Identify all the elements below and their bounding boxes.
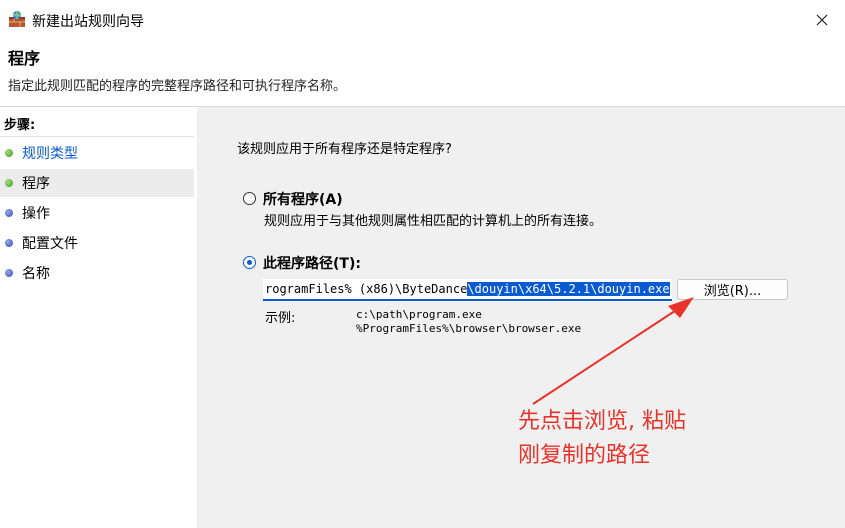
close-icon xyxy=(816,14,828,26)
close-button[interactable] xyxy=(799,0,845,40)
browse-button[interactable]: 浏览(R)... xyxy=(677,279,788,300)
program-path-radio[interactable] xyxy=(243,256,256,269)
annotation-line-2: 刚复制的路径 xyxy=(518,443,651,468)
all-programs-label[interactable]: 所有程序(A) xyxy=(263,189,343,209)
all-programs-radio[interactable] xyxy=(243,192,256,205)
firewall-rule-icon xyxy=(9,11,25,27)
step-label: 配置文件 xyxy=(22,236,78,252)
path-selected-text: \douyin\x64\5.2.1\douyin.exe xyxy=(467,282,670,296)
title-bar: 新建出站规则向导 xyxy=(0,0,845,40)
step-rule-type[interactable]: 规则类型 xyxy=(0,139,194,167)
example-line-1: c:\path\program.exe xyxy=(356,308,482,321)
step-profile: 配置文件 xyxy=(0,229,194,257)
all-programs-description: 规则应用于与其他规则属性相匹配的计算机上的所有连接。 xyxy=(264,214,603,229)
annotation-line-1: 先点击浏览, 粘贴 xyxy=(518,409,686,434)
step-pending-icon xyxy=(5,209,13,217)
scope-question: 该规则应用于所有程序还是特定程序? xyxy=(237,142,452,157)
step-program: 程序 xyxy=(0,169,194,197)
step-label: 名称 xyxy=(22,266,50,282)
window-title: 新建出站规则向导 xyxy=(32,14,144,30)
program-path-input[interactable]: rogramFiles% (x86)\ByteDance\douyin\x64\… xyxy=(263,279,672,301)
step-label: 操作 xyxy=(22,206,50,222)
step-current-icon xyxy=(5,179,13,187)
example-line-2: %ProgramFiles%\browser\browser.exe xyxy=(356,322,582,335)
step-pending-icon xyxy=(5,239,13,247)
page-subtitle: 指定此规则匹配的程序的完整程序路径和可执行程序名称。 xyxy=(8,79,347,94)
program-path-label[interactable]: 此程序路径(T): xyxy=(263,253,361,273)
steps-divider xyxy=(0,136,194,137)
wizard-header: 程序 指定此规则匹配的程序的完整程序路径和可执行程序名称。 xyxy=(0,40,845,106)
step-label[interactable]: 规则类型 xyxy=(22,143,78,163)
path-text: rogramFiles% (x86)\ByteDance xyxy=(265,282,468,296)
step-pending-icon xyxy=(5,269,13,277)
page-title: 程序 xyxy=(8,49,41,68)
example-label: 示例: xyxy=(265,311,296,326)
annotation-text: 先点击浏览, 粘贴 刚复制的路径 xyxy=(518,405,686,473)
step-label: 程序 xyxy=(22,176,50,192)
step-name: 名称 xyxy=(0,259,194,287)
step-action: 操作 xyxy=(0,199,194,227)
steps-label: 步骤: xyxy=(4,118,36,133)
step-done-icon xyxy=(5,149,13,157)
steps-sidebar: 步骤: 规则类型 程序 操作 配置文件 名称 xyxy=(0,107,197,528)
